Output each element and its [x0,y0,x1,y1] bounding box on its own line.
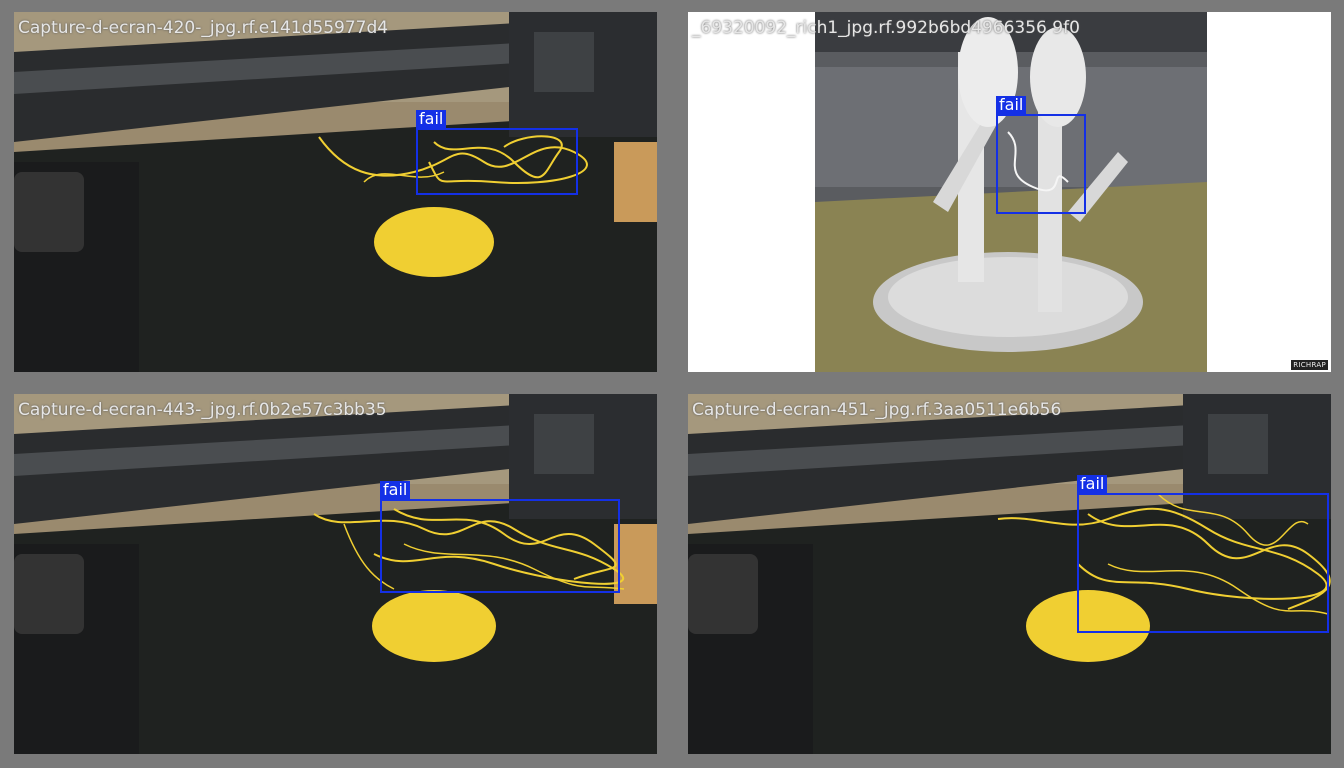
detection-label: fail [996,96,1027,114]
detection-box [996,114,1086,214]
image-filename: Capture-d-ecran-451-_jpg.rf.3aa0511e6b56 [692,400,1062,420]
image-filename: Capture-d-ecran-443-_jpg.rf.0b2e57c3bb35 [18,400,387,420]
detection-label: fail [380,481,411,499]
image-tile-2: _69320092_rich1_jpg.rf.992b6bd4966356 9f… [688,12,1331,372]
detection-box [416,128,578,195]
image-tile-4: Capture-d-ecran-451-_jpg.rf.3aa0511e6b56… [688,394,1331,754]
detection-box [1077,493,1329,633]
image-tile-3: Capture-d-ecran-443-_jpg.rf.0b2e57c3bb35… [14,394,657,754]
detection-box [380,499,620,593]
detection-label: fail [1077,475,1108,493]
detection-label: fail [416,110,447,128]
image-filename: _69320092_rich1_jpg.rf.992b6bd4966356 9f… [692,18,1080,38]
image-filename: Capture-d-ecran-420-_jpg.rf.e141d55977d4 [18,18,389,38]
image-tile-1: Capture-d-ecran-420-_jpg.rf.e141d55977d4… [14,12,657,372]
watermark: RICHRAP [1291,360,1328,370]
